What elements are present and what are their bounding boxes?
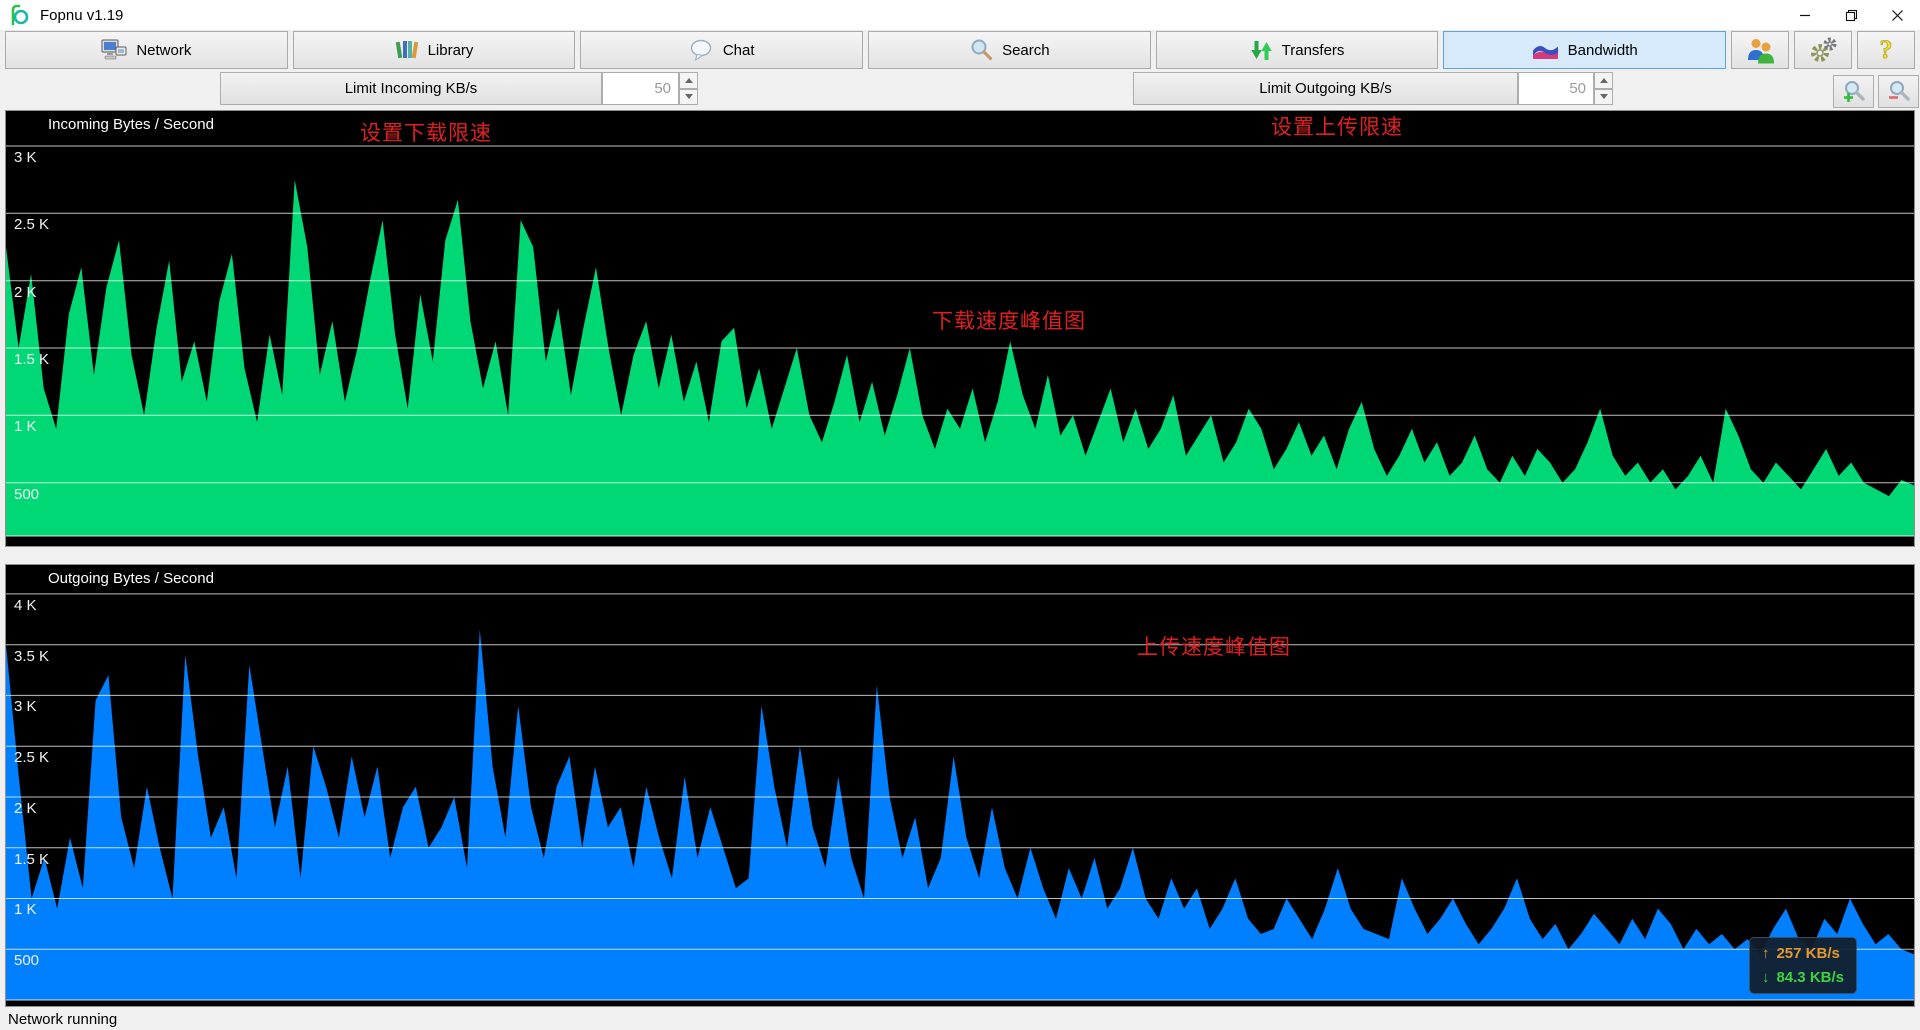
window-title: Fopnu v1.19: [40, 7, 123, 24]
tab-bandwidth-label: Bandwidth: [1568, 42, 1638, 59]
window-controls: [1782, 0, 1920, 30]
upload-speed-value: 257 KB/s: [1776, 945, 1839, 962]
limit-outgoing-label: Limit Outgoing KB/s: [1259, 80, 1392, 97]
down-triangle-icon: [685, 94, 693, 99]
incoming-spinner-up-button[interactable]: [679, 72, 698, 89]
y-axis-label: 1 K: [14, 418, 37, 435]
network-icon: [101, 38, 127, 62]
y-axis-label: 2 K: [14, 800, 37, 817]
buddies-icon: [1744, 37, 1776, 64]
restore-button[interactable]: [1828, 0, 1874, 30]
tab-chat[interactable]: Chat: [580, 31, 863, 69]
help-button[interactable]: ?: [1857, 31, 1915, 69]
up-triangle-icon: [1600, 78, 1608, 83]
fopnu-logo-icon: [8, 3, 32, 27]
limit-incoming-label: Limit Incoming KB/s: [345, 80, 478, 97]
outgoing-bandwidth-chart: Outgoing Bytes / Second ↑ 257 KB/s ↓ 84.…: [5, 564, 1915, 1007]
down-triangle-icon: [1600, 94, 1608, 99]
tab-network-label: Network: [136, 42, 191, 59]
tab-transfers[interactable]: Transfers: [1156, 31, 1439, 69]
limit-incoming-value[interactable]: 50: [602, 72, 679, 105]
y-axis-label: 2 K: [14, 284, 37, 301]
up-triangle-icon: [685, 78, 693, 83]
y-axis-label: 3.5 K: [14, 648, 49, 665]
download-speed-value: 84.3 KB/s: [1776, 969, 1844, 986]
gear-icon: [1809, 37, 1837, 63]
y-axis-label: 4 K: [14, 597, 37, 614]
tab-search-label: Search: [1002, 42, 1050, 59]
outgoing-spinner-up-button[interactable]: [1594, 72, 1613, 89]
limit-outgoing-value[interactable]: 50: [1518, 72, 1594, 105]
library-icon: [395, 38, 419, 62]
status-bar: Network running: [0, 1008, 1920, 1030]
y-axis-label: 2.5 K: [14, 216, 49, 233]
annotation-upload-peak-graph: 上传速度峰值图: [1137, 631, 1291, 661]
status-text: Network running: [8, 1011, 117, 1028]
y-axis-label: 3 K: [14, 698, 37, 715]
minimize-button[interactable]: [1782, 0, 1828, 30]
outgoing-spinner-down-button[interactable]: [1594, 89, 1613, 106]
svg-text:?: ?: [1880, 36, 1893, 64]
bandwidth-toolbar: Limit Incoming KB/s 50 Limit Outgoing KB…: [0, 71, 1920, 109]
y-axis-label: 2.5 K: [14, 749, 49, 766]
download-speed-row: ↓ 84.3 KB/s: [1762, 969, 1844, 986]
outgoing-area-chart: [6, 565, 1914, 1006]
tab-network[interactable]: Network: [5, 31, 288, 69]
upload-speed-row: ↑ 257 KB/s: [1762, 945, 1844, 962]
tab-transfers-label: Transfers: [1282, 42, 1345, 59]
titlebar: Fopnu v1.19: [0, 0, 1920, 31]
zoom-in-button[interactable]: [1833, 75, 1874, 108]
tab-bandwidth[interactable]: Bandwidth: [1443, 31, 1726, 69]
search-icon: [969, 38, 993, 62]
y-axis-label: 1 K: [14, 901, 37, 918]
annotation-download-peak-graph: 下载速度峰值图: [932, 305, 1086, 335]
current-speed-overlay: ↑ 257 KB/s ↓ 84.3 KB/s: [1749, 937, 1857, 994]
help-icon: ?: [1875, 36, 1897, 64]
tab-library[interactable]: Library: [293, 31, 576, 69]
up-arrow-icon: ↑: [1762, 945, 1770, 962]
tab-bar: Network Library Chat Search Transfers: [5, 31, 1915, 69]
y-axis-label: 1.5 K: [14, 351, 49, 368]
incoming-spinner-down-button[interactable]: [679, 89, 698, 106]
buddies-button[interactable]: [1731, 31, 1789, 69]
annotation-set-download-limit: 设置下载限速: [360, 117, 492, 147]
y-axis-label: 500: [14, 486, 39, 503]
zoom-out-button[interactable]: [1878, 75, 1919, 108]
down-arrow-icon: ↓: [1762, 969, 1770, 986]
tab-chat-label: Chat: [723, 42, 755, 59]
chat-icon: [689, 39, 714, 62]
bandwidth-icon: [1532, 41, 1559, 60]
annotation-set-upload-limit: 设置上传限速: [1271, 111, 1403, 141]
limit-incoming-spinner: 50: [602, 72, 698, 105]
limit-incoming-button[interactable]: Limit Incoming KB/s: [220, 72, 602, 105]
y-axis-label: 1.5 K: [14, 851, 49, 868]
tab-library-label: Library: [428, 42, 474, 59]
incoming-chart-title: Incoming Bytes / Second: [48, 116, 214, 133]
y-axis-label: 500: [14, 952, 39, 969]
limit-outgoing-spinner: 50: [1518, 72, 1613, 105]
zoom-in-icon: [1840, 78, 1867, 105]
outgoing-chart-title: Outgoing Bytes / Second: [48, 570, 214, 587]
y-axis-label: 3 K: [14, 149, 37, 166]
zoom-out-icon: [1885, 78, 1912, 105]
transfers-icon: [1250, 38, 1273, 63]
limit-outgoing-button[interactable]: Limit Outgoing KB/s: [1133, 72, 1518, 105]
tab-search[interactable]: Search: [868, 31, 1151, 69]
settings-button[interactable]: [1794, 31, 1852, 69]
close-button[interactable]: [1874, 0, 1920, 30]
